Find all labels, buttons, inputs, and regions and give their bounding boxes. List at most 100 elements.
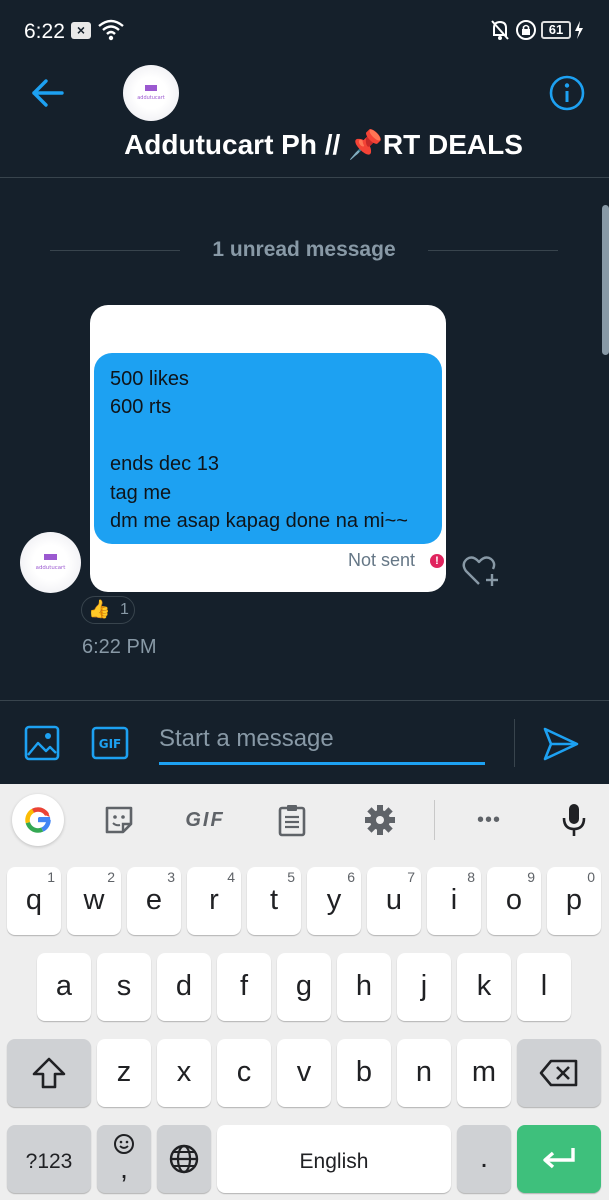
onscreen-keyboard: GIF ••• 1 q 2 w 3 e 4 r 5 t 6 y 7 u 8 i … — [0, 784, 609, 1200]
header-avatar[interactable]: addutucart — [123, 65, 179, 121]
key-label: s — [116, 970, 132, 1002]
unread-divider: 1 unread message — [0, 238, 609, 266]
key-o[interactable]: 9o — [487, 867, 541, 935]
clipboard-icon[interactable] — [270, 798, 314, 842]
key-label: m — [471, 1056, 497, 1088]
emoji-comma-key[interactable]: , — [97, 1125, 151, 1193]
sticker-icon[interactable] — [97, 798, 141, 842]
key-n[interactable]: n — [397, 1039, 451, 1107]
shift-key[interactable] — [7, 1039, 91, 1107]
symbols-key[interactable]: ?123 — [7, 1125, 91, 1193]
keyboard-toolbar: GIF ••• — [0, 784, 609, 856]
backspace-icon — [539, 1059, 578, 1087]
bell-muted-icon — [491, 20, 509, 40]
heart-plus-icon[interactable] — [462, 554, 500, 588]
key-f[interactable]: f — [217, 953, 271, 1021]
charging-icon — [575, 21, 583, 39]
language-key[interactable] — [157, 1125, 211, 1193]
notification-icon: × — [71, 22, 91, 39]
battery-indicator: 61 — [541, 21, 571, 39]
message-timestamp: 6:22 PM — [82, 636, 157, 658]
gif-keyboard-button[interactable]: GIF — [181, 798, 229, 842]
emoji-icon — [114, 1134, 134, 1154]
globe-icon — [169, 1144, 199, 1174]
image-icon[interactable] — [24, 725, 60, 761]
key-k[interactable]: k — [457, 953, 511, 1021]
gear-icon — [365, 805, 395, 835]
key-label: f — [239, 970, 249, 1002]
gif-button[interactable]: GIF — [91, 726, 129, 760]
cart-logo-icon: addutucart — [137, 85, 165, 101]
message-card[interactable]: 500 likes 600 rts ends dec 13 tag me dm … — [90, 305, 446, 592]
message-input[interactable] — [159, 719, 485, 765]
key-t[interactable]: 5t — [247, 867, 301, 935]
message-line — [110, 422, 426, 450]
more-options-button[interactable]: ••• — [467, 798, 511, 842]
key-label: t — [269, 884, 279, 916]
divider-line — [50, 250, 180, 251]
wifi-icon — [98, 19, 124, 41]
settings-icon[interactable] — [358, 798, 402, 842]
key-w[interactable]: 2w — [67, 867, 121, 935]
key-label: l — [540, 970, 548, 1002]
reaction-badge[interactable]: 👍 1 — [81, 596, 135, 624]
key-label: . — [479, 1142, 489, 1174]
period-key[interactable]: . — [457, 1125, 511, 1193]
key-l[interactable]: l — [517, 953, 571, 1021]
key-i[interactable]: 8i — [427, 867, 481, 935]
key-j[interactable]: j — [397, 953, 451, 1021]
key-a[interactable]: a — [37, 953, 91, 1021]
key-m[interactable]: m — [457, 1039, 511, 1107]
key-label: i — [450, 884, 458, 916]
space-key[interactable]: English — [217, 1125, 451, 1193]
message-line: 500 likes — [110, 368, 189, 390]
key-label: x — [176, 1056, 192, 1088]
clipboard-glyph-icon — [278, 805, 306, 837]
cart-logo-icon: addutucart — [36, 554, 66, 571]
status-time: 6:22 — [24, 20, 65, 43]
key-d[interactable]: d — [157, 953, 211, 1021]
key-label: h — [355, 970, 373, 1002]
info-icon[interactable] — [548, 74, 586, 112]
thumbs-up-icon: 👍 — [88, 599, 111, 619]
gif-label: GIF — [99, 737, 122, 751]
key-h[interactable]: h — [337, 953, 391, 1021]
key-u[interactable]: 7u — [367, 867, 421, 935]
key-s[interactable]: s — [97, 953, 151, 1021]
toolbar-divider — [434, 800, 435, 840]
reaction-count: 1 — [120, 601, 129, 618]
send-icon[interactable] — [541, 725, 581, 763]
key-q[interactable]: 1q — [7, 867, 61, 935]
key-label: e — [145, 884, 163, 916]
key-x[interactable]: x — [157, 1039, 211, 1107]
unread-label: 1 unread message — [212, 238, 396, 261]
key-g[interactable]: g — [277, 953, 331, 1021]
backspace-key[interactable] — [517, 1039, 601, 1107]
key-r[interactable]: 4r — [187, 867, 241, 935]
key-label: r — [209, 884, 219, 916]
sender-avatar[interactable]: addutucart — [20, 532, 81, 593]
key-v[interactable]: v — [277, 1039, 331, 1107]
arrow-left-icon[interactable] — [26, 76, 70, 110]
shift-icon — [32, 1057, 66, 1089]
enter-key[interactable] — [517, 1125, 601, 1193]
key-z[interactable]: z — [97, 1039, 151, 1107]
svg-text:addutucart: addutucart — [137, 95, 165, 101]
key-label: d — [175, 970, 193, 1002]
gif-keyboard-label: GIF — [185, 808, 225, 831]
conversation-title[interactable]: Addutucart Ph // 📌RT DEALS — [0, 128, 609, 161]
more-icon: ••• — [476, 808, 501, 831]
key-b[interactable]: b — [337, 1039, 391, 1107]
key-c[interactable]: c — [217, 1039, 271, 1107]
key-p[interactable]: 0p — [547, 867, 601, 935]
message-line: tag me — [110, 481, 172, 504]
microphone-icon[interactable] — [552, 798, 596, 842]
key-e[interactable]: 3e — [127, 867, 181, 935]
message-status[interactable]: Not sent — [348, 550, 415, 571]
divider-line — [428, 250, 558, 251]
key-y[interactable]: 6y — [307, 867, 361, 935]
svg-text:addutucart: addutucart — [36, 565, 66, 571]
google-icon[interactable] — [12, 794, 64, 846]
message-bubble[interactable]: 500 likes 600 rts ends dec 13 tag me dm … — [94, 353, 442, 544]
scrollbar[interactable] — [602, 205, 609, 355]
